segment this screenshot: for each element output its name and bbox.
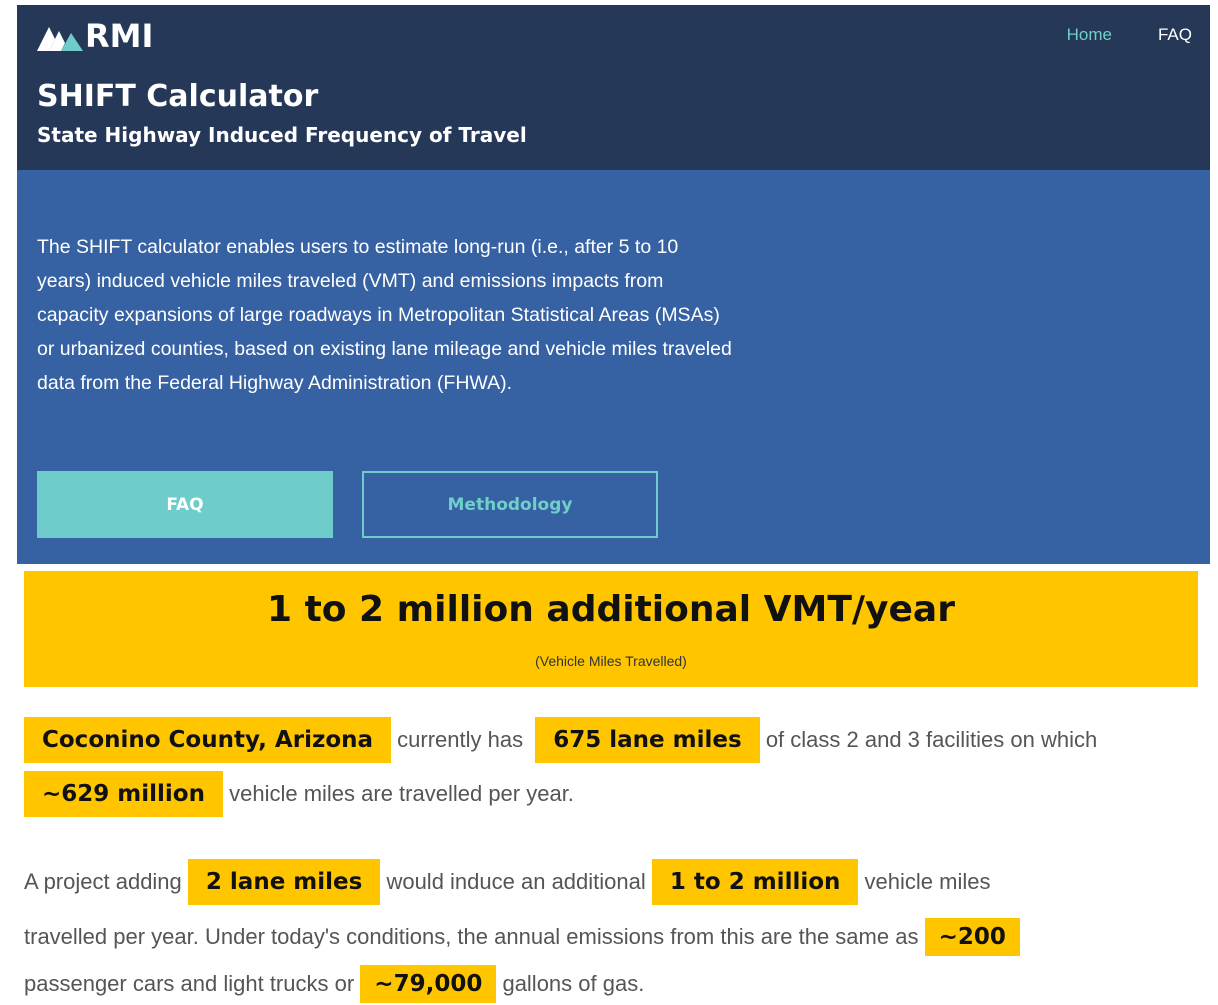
vmt-highlight: ~629 million bbox=[24, 771, 223, 818]
page-title: SHIFT Calculator bbox=[37, 79, 319, 114]
summary-text: vehicle miles are travelled per year. bbox=[229, 781, 574, 807]
top-nav: Home FAQ bbox=[1067, 25, 1192, 45]
added-lane-miles-highlight: 2 lane miles bbox=[187, 859, 381, 906]
summary-text: currently has bbox=[397, 727, 524, 753]
county-highlight: Coconino County, Arizona bbox=[24, 717, 392, 764]
methodology-button[interactable]: Methodology bbox=[362, 471, 658, 538]
lane-miles-highlight: 675 lane miles bbox=[535, 717, 760, 764]
summary-text: of class 2 and 3 facilities on which bbox=[765, 727, 1098, 753]
result-headline: 1 to 2 million additional VMT/year bbox=[267, 589, 955, 630]
intro-description: The SHIFT calculator enables users to es… bbox=[37, 236, 732, 394]
impact-text: vehicle miles bbox=[864, 869, 991, 895]
rmi-logo[interactable]: RMI bbox=[37, 17, 153, 55]
impact-text: would induce an additional bbox=[386, 869, 646, 895]
faq-button[interactable]: FAQ bbox=[37, 471, 333, 538]
nav-faq-link[interactable]: FAQ bbox=[1158, 25, 1192, 45]
impact-text: A project adding bbox=[24, 869, 182, 895]
intro-section: The SHIFT calculator enables users to es… bbox=[17, 170, 1210, 564]
cars-highlight: ~200 bbox=[924, 918, 1020, 957]
nav-home-link[interactable]: Home bbox=[1067, 25, 1112, 45]
gallons-highlight: ~79,000 bbox=[360, 965, 497, 1004]
induced-vmt-highlight: 1 to 2 million bbox=[651, 859, 859, 906]
result-subtext: (Vehicle Miles Travelled) bbox=[535, 653, 687, 669]
impact-text: passenger cars and light trucks or bbox=[24, 971, 355, 997]
page-subtitle: State Highway Induced Frequency of Trave… bbox=[37, 123, 527, 147]
impact-text: travelled per year. Under today's condit… bbox=[24, 924, 919, 950]
rmi-logo-mark-icon bbox=[37, 27, 83, 51]
logo-text: RMI bbox=[85, 17, 154, 55]
site-header: RMI Home FAQ SHIFT Calculator State High… bbox=[17, 5, 1210, 170]
result-banner: 1 to 2 million additional VMT/year (Vehi… bbox=[24, 571, 1198, 687]
impact-text: gallons of gas. bbox=[502, 971, 645, 997]
